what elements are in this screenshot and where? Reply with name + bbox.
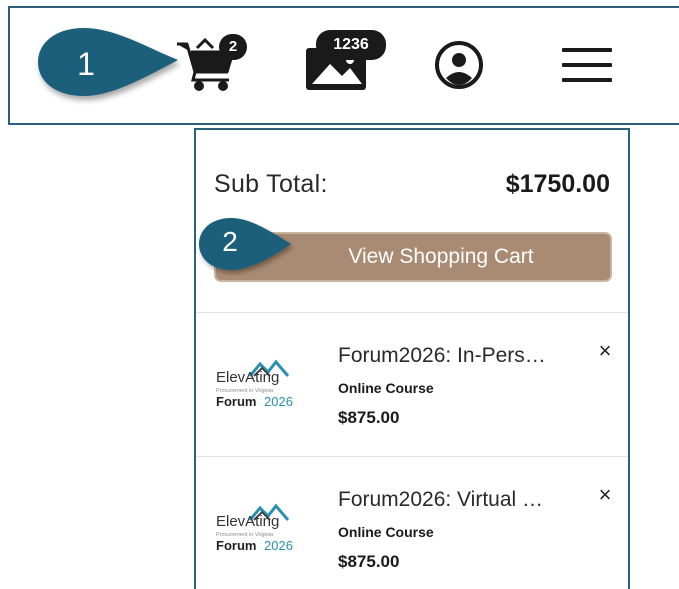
step-callout-2: 2 [195,212,295,276]
cart-item[interactable]: ElevAting Procurement in Virginia Forum … [196,314,628,456]
logo-year: 2026 [264,538,293,553]
item-type: Online Course [338,524,434,540]
view-cart-label: View Shopping Cart [348,245,534,268]
item-title[interactable]: Forum2026: In-Pers… [338,344,570,368]
menu-button[interactable] [560,42,616,90]
logo-forum: Forum [216,394,256,409]
cart-dropdown: Sub Total: $1750.00 View Shopping Cart E… [194,128,630,589]
item-title[interactable]: Forum2026: Virtual … [338,488,570,512]
account-button[interactable] [432,38,486,92]
cart-count-badge: 2 [219,34,247,60]
cart-button[interactable]: 2 [175,34,265,96]
logo-year: 2026 [264,394,293,409]
logo-forum: Forum [216,538,256,553]
step-number-2: 2 [222,226,238,257]
logo-word: ElevAting [216,369,279,386]
item-type: Online Course [338,380,434,396]
forum-logo: ElevAting Procurement in Virginia Forum … [214,498,314,558]
item-price: $875.00 [338,408,400,427]
item-price: $875.00 [338,552,400,571]
forum-logo: ElevAting Procurement in Virginia Forum … [214,354,314,414]
remove-item-button[interactable]: × [594,340,616,362]
user-account-icon [435,41,483,89]
messages-count-badge: 1236 [316,30,386,60]
step-number-1: 1 [77,46,95,82]
divider [196,312,628,313]
subtotal-label: Sub Total: [214,170,328,198]
logo-word: ElevAting [216,513,279,530]
hamburger-menu-icon [562,48,612,82]
cart-item[interactable]: ElevAting Procurement in Virginia Forum … [196,458,628,589]
subtotal-value: $1750.00 [505,170,610,198]
step-callout-1: 1 [32,22,182,106]
remove-item-button[interactable]: × [594,484,616,506]
messages-button[interactable]: 1236 [300,30,400,90]
divider [196,456,628,457]
